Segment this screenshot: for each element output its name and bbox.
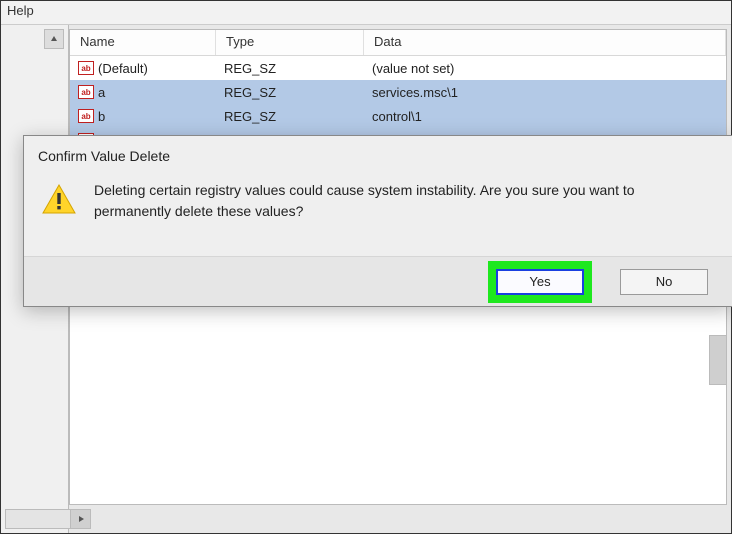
value-name: b xyxy=(98,109,105,124)
confirm-delete-dialog: Confirm Value Delete Deleting certain re… xyxy=(23,135,732,307)
table-row[interactable]: (Default) REG_SZ (value not set) xyxy=(70,56,726,80)
menu-bar: Help xyxy=(1,1,731,25)
yes-button-highlight: Yes xyxy=(488,261,592,303)
vertical-scrollbar-thumb[interactable] xyxy=(709,335,727,385)
warning-icon xyxy=(42,184,76,214)
horizontal-scrollbar[interactable] xyxy=(5,509,91,529)
string-value-icon xyxy=(78,109,94,123)
column-headers[interactable]: Name Type Data xyxy=(70,30,726,56)
value-type: REG_SZ xyxy=(216,61,364,76)
dialog-message: Deleting certain registry values could c… xyxy=(94,180,674,222)
value-data: control\1 xyxy=(364,109,726,124)
dialog-button-bar: Yes No xyxy=(24,256,732,306)
value-name: a xyxy=(98,85,105,100)
column-header-data[interactable]: Data xyxy=(364,30,726,55)
menu-item-help[interactable]: Help xyxy=(7,3,34,18)
string-value-icon xyxy=(78,85,94,99)
value-type: REG_SZ xyxy=(216,85,364,100)
value-type: REG_SZ xyxy=(216,109,364,124)
dialog-title: Confirm Value Delete xyxy=(24,136,732,172)
scroll-up-button[interactable] xyxy=(44,29,64,49)
table-row[interactable]: b REG_SZ control\1 xyxy=(70,104,726,128)
value-data: services.msc\1 xyxy=(364,85,726,100)
no-button[interactable]: No xyxy=(620,269,708,295)
yes-button[interactable]: Yes xyxy=(496,269,584,295)
column-header-name[interactable]: Name xyxy=(70,30,216,55)
value-name: (Default) xyxy=(98,61,148,76)
scroll-right-button[interactable] xyxy=(70,510,90,528)
table-row[interactable]: a REG_SZ services.msc\1 xyxy=(70,80,726,104)
value-data: (value not set) xyxy=(364,61,726,76)
string-value-icon xyxy=(78,61,94,75)
column-header-type[interactable]: Type xyxy=(216,30,364,55)
